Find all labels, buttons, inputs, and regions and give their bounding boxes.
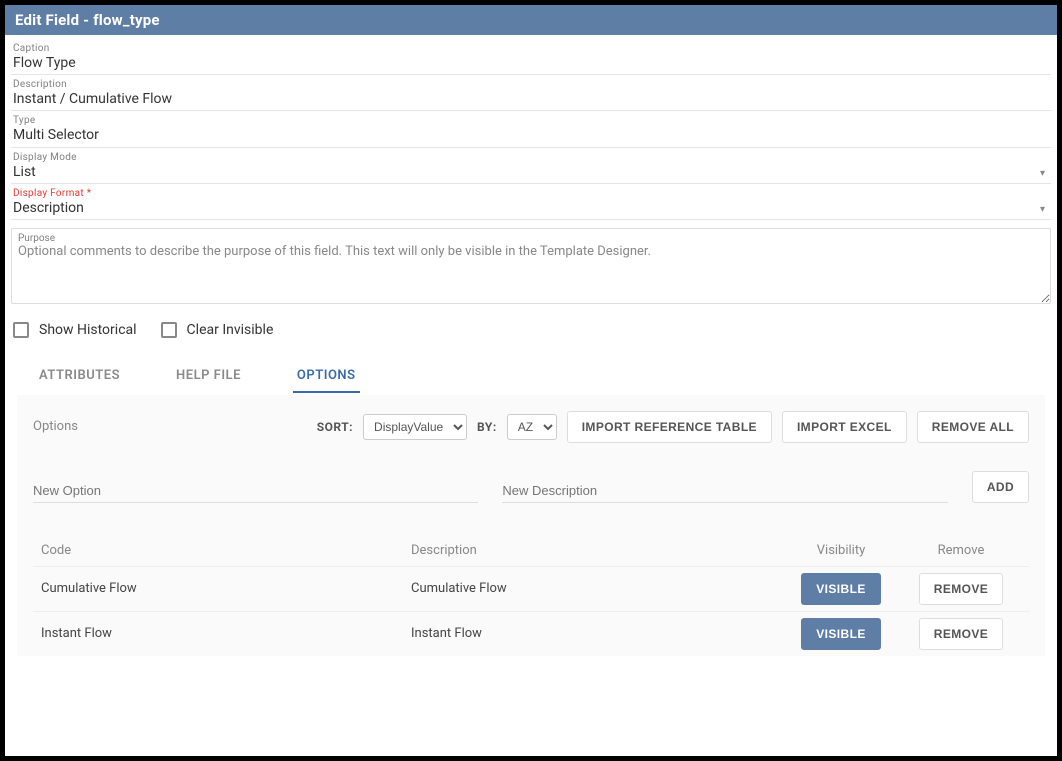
- edit-field-dialog: Edit Field - flow_type Caption Flow Type…: [5, 5, 1057, 756]
- by-label: BY:: [477, 420, 497, 434]
- row-description: Cumulative Flow: [411, 581, 781, 596]
- display-format-label: Display Format *: [13, 188, 1049, 199]
- display-format-field[interactable]: Display Format * Description: [11, 184, 1051, 220]
- new-option-input[interactable]: [33, 479, 478, 503]
- col-description: Description: [411, 543, 781, 558]
- display-format-value: Description: [13, 199, 1049, 217]
- new-description-input[interactable]: [502, 479, 947, 503]
- tab-help-file[interactable]: HELP FILE: [172, 360, 245, 393]
- sort-direction-select[interactable]: AZ: [507, 414, 557, 440]
- options-table-head: Code Description Visibility Remove: [33, 543, 1029, 566]
- purpose-placeholder: Optional comments to describe the purpos…: [18, 244, 1044, 259]
- col-visibility: Visibility: [781, 543, 901, 558]
- display-mode-label: Display Mode: [13, 152, 1049, 163]
- row-code: Cumulative Flow: [41, 581, 411, 596]
- dialog-title: Edit Field - flow_type: [5, 5, 1057, 35]
- tab-attributes[interactable]: ATTRIBUTES: [35, 360, 124, 393]
- purpose-textarea[interactable]: Purpose Optional comments to describe th…: [11, 228, 1051, 304]
- remove-row-button[interactable]: REMOVE: [919, 573, 1003, 605]
- show-historical-checkbox[interactable]: Show Historical: [13, 322, 137, 338]
- new-option-row: ADD: [33, 471, 1029, 503]
- options-toolbar: Options SORT: DisplayValue BY: AZ IMPORT…: [33, 411, 1029, 443]
- description-label: Description: [13, 79, 1049, 90]
- col-code: Code: [41, 543, 411, 558]
- checkbox-box-icon: [161, 322, 177, 338]
- type-field[interactable]: Type Multi Selector: [11, 111, 1051, 147]
- description-value: Instant / Cumulative Flow: [13, 90, 1049, 108]
- import-reference-table-button[interactable]: IMPORT REFERENCE TABLE: [567, 411, 772, 443]
- checkbox-row: Show Historical Clear Invisible: [11, 304, 1051, 354]
- remove-row-button[interactable]: REMOVE: [919, 618, 1003, 650]
- caption-field[interactable]: Caption Flow Type: [11, 39, 1051, 75]
- tab-options[interactable]: OPTIONS: [293, 360, 360, 393]
- table-row: Instant Flow Instant Flow VISIBLE REMOVE: [33, 611, 1029, 656]
- remove-all-button[interactable]: REMOVE ALL: [917, 411, 1029, 443]
- caption-label: Caption: [13, 43, 1049, 54]
- add-button[interactable]: ADD: [972, 471, 1029, 503]
- table-row: Cumulative Flow Cumulative Flow VISIBLE …: [33, 566, 1029, 611]
- tab-bar: ATTRIBUTES HELP FILE OPTIONS: [11, 354, 1051, 393]
- options-heading: Options: [33, 419, 78, 434]
- import-excel-button[interactable]: IMPORT EXCEL: [782, 411, 907, 443]
- row-description: Instant Flow: [411, 626, 781, 641]
- purpose-label: Purpose: [18, 233, 1044, 244]
- type-value: Multi Selector: [13, 126, 1049, 144]
- checkbox-box-icon: [13, 322, 29, 338]
- visibility-button[interactable]: VISIBLE: [801, 573, 880, 605]
- sort-label: SORT:: [317, 420, 353, 434]
- clear-invisible-checkbox[interactable]: Clear Invisible: [161, 322, 274, 338]
- description-field[interactable]: Description Instant / Cumulative Flow: [11, 75, 1051, 111]
- row-code: Instant Flow: [41, 626, 411, 641]
- display-mode-value: List: [13, 163, 1049, 181]
- col-remove: Remove: [901, 543, 1021, 558]
- visibility-button[interactable]: VISIBLE: [801, 618, 880, 650]
- clear-invisible-label: Clear Invisible: [187, 322, 274, 338]
- display-mode-field[interactable]: Display Mode List: [11, 148, 1051, 184]
- dialog-content: Caption Flow Type Description Instant / …: [5, 35, 1057, 756]
- type-label: Type: [13, 115, 1049, 126]
- show-historical-label: Show Historical: [39, 322, 137, 338]
- options-panel: Options SORT: DisplayValue BY: AZ IMPORT…: [17, 395, 1045, 656]
- sort-field-select[interactable]: DisplayValue: [363, 414, 467, 440]
- caption-value: Flow Type: [13, 54, 1049, 72]
